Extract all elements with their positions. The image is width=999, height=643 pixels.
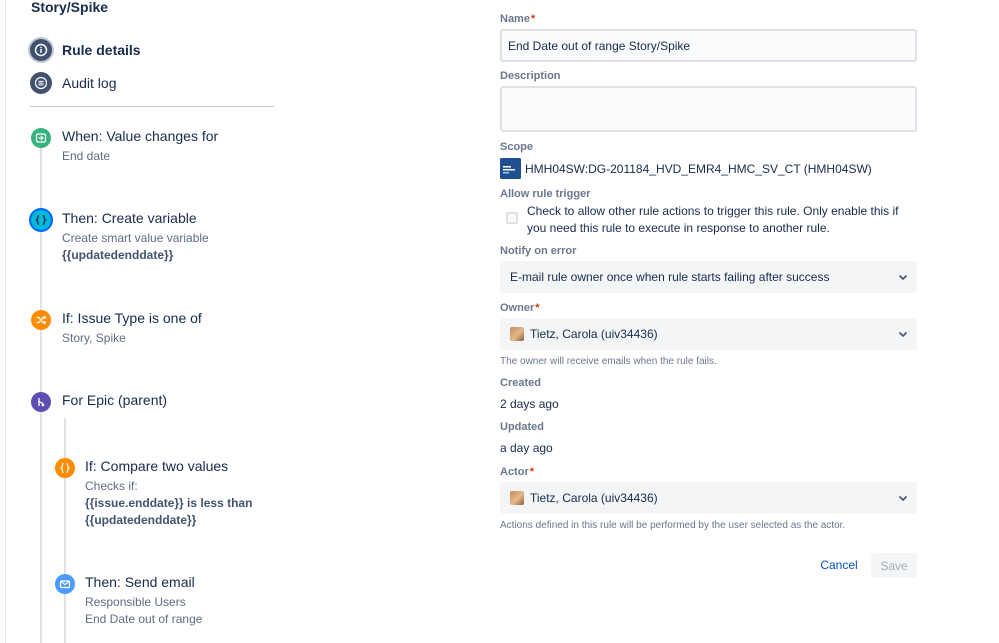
name-label: Name* xyxy=(500,13,535,25)
chevron-down-icon xyxy=(898,495,908,502)
owner-label-text: Owner xyxy=(500,302,535,314)
notify-label: Notify on error xyxy=(500,245,577,257)
component-detail-block: Responsible Users End Date out of range xyxy=(85,594,202,628)
notify-value: E-mail rule owner once when rule starts … xyxy=(510,270,830,284)
updated-label: Updated xyxy=(500,421,544,433)
component-send-email[interactable]: Then: Send email Responsible Users End D… xyxy=(55,574,202,628)
name-input[interactable]: End Date out of range Story/Spike xyxy=(500,29,917,62)
avatar xyxy=(510,491,524,505)
chevron-down-icon xyxy=(898,331,908,338)
component-detail-block: Checks if: {{issue.enddate}} is less tha… xyxy=(85,478,252,529)
required-mark: * xyxy=(535,302,540,314)
chevron-down-icon xyxy=(898,274,908,281)
compare-expression-2: {{updatedenddate}} xyxy=(85,513,197,527)
component-detail: Responsible Users xyxy=(85,595,186,609)
owner-select[interactable]: Tietz, Carola (uiv34436) xyxy=(500,318,917,350)
scope-value-row: HMH04SW:DG-201184_HVD_EMR4_HMC_SV_CT (HM… xyxy=(500,158,872,179)
avatar xyxy=(510,327,524,341)
scope-label: Scope xyxy=(500,141,534,153)
component-branch-epic[interactable]: For Epic (parent) xyxy=(31,392,167,412)
actor-value: Tietz, Carola (uiv34436) xyxy=(530,491,658,505)
component-title: Then: Send email xyxy=(85,574,195,590)
compare-expression-1: {{issue.enddate}} is less than xyxy=(85,496,253,510)
scope-value: HMH04SW:DG-201184_HVD_EMR4_HMC_SV_CT (HM… xyxy=(525,161,872,176)
condition-icon xyxy=(55,458,75,478)
smart-value-name: {{updatedenddate}} xyxy=(62,248,174,262)
nav-audit-log[interactable]: Audit log xyxy=(30,72,116,94)
component-title: If: Compare two values xyxy=(85,458,229,474)
component-detail: End date xyxy=(62,149,111,163)
actor-select[interactable]: Tietz, Carola (uiv34436) xyxy=(500,482,917,514)
component-detail: Create smart value variable xyxy=(62,231,209,245)
created-value: 2 days ago xyxy=(500,397,559,411)
component-detail: Story, Spike xyxy=(62,331,126,345)
notify-select[interactable]: E-mail rule owner once when rule starts … xyxy=(500,261,917,293)
description-textarea[interactable] xyxy=(500,86,917,132)
actor-label: Actor* xyxy=(500,466,534,478)
component-title: Then: Create variable xyxy=(62,210,197,226)
component-create-variable[interactable]: Then: Create variable Create smart value… xyxy=(31,210,209,264)
required-mark: * xyxy=(529,466,535,478)
component-compare-values[interactable]: If: Compare two values Checks if: {{issu… xyxy=(55,458,252,529)
required-mark: * xyxy=(530,13,536,25)
component-detail: End Date out of range xyxy=(85,612,203,626)
trigger-icon xyxy=(31,128,51,148)
component-title: If: Issue Type is one of xyxy=(62,310,202,326)
audit-log-icon xyxy=(30,72,52,94)
component-detail-block: Create smart value variable {{updatedend… xyxy=(62,230,209,264)
project-icon xyxy=(500,158,521,179)
owner-help-text: The owner will receive emails when the r… xyxy=(500,356,717,367)
created-label: Created xyxy=(500,377,541,389)
variable-icon xyxy=(31,210,51,230)
component-title: When: Value changes for xyxy=(62,128,219,144)
name-input-value: End Date out of range Story/Spike xyxy=(508,38,691,53)
component-issue-type-condition[interactable]: If: Issue Type is one of Story, Spike xyxy=(31,310,202,347)
description-label: Description xyxy=(500,70,561,82)
component-trigger[interactable]: When: Value changes for End date xyxy=(31,128,218,165)
allow-trigger-checkbox[interactable] xyxy=(506,212,518,224)
allow-trigger-row: Check to allow other rule actions to tri… xyxy=(506,203,918,237)
sidebar-divider xyxy=(30,106,274,107)
nav-rule-details-label: Rule details xyxy=(62,42,141,58)
cancel-button[interactable]: Cancel xyxy=(813,553,865,577)
allow-trigger-text: Check to allow other rule actions to tri… xyxy=(527,204,899,235)
branch-icon xyxy=(31,392,51,412)
save-button[interactable]: Save xyxy=(871,553,917,578)
updated-value: a day ago xyxy=(500,441,553,455)
actor-help-text: Actions defined in this rule will be per… xyxy=(500,520,846,531)
info-icon xyxy=(30,39,52,61)
nav-audit-log-label: Audit log xyxy=(62,75,117,91)
owner-value: Tietz, Carola (uiv34436) xyxy=(530,327,658,341)
allow-trigger-label: Allow rule trigger xyxy=(500,188,591,200)
email-icon xyxy=(55,574,75,594)
owner-label: Owner* xyxy=(500,302,540,314)
component-detail: Checks if: xyxy=(85,479,138,493)
sidebar-edge xyxy=(5,0,6,643)
rule-sidebar: Story/Spike Rule details Audit log When:… xyxy=(0,0,290,643)
rule-title: Story/Spike xyxy=(31,0,109,15)
actor-label-text: Actor xyxy=(500,466,529,478)
name-label-text: Name xyxy=(500,13,530,25)
shuffle-icon xyxy=(31,310,51,330)
nav-rule-details[interactable]: Rule details xyxy=(30,39,141,61)
component-title: For Epic (parent) xyxy=(62,392,168,408)
